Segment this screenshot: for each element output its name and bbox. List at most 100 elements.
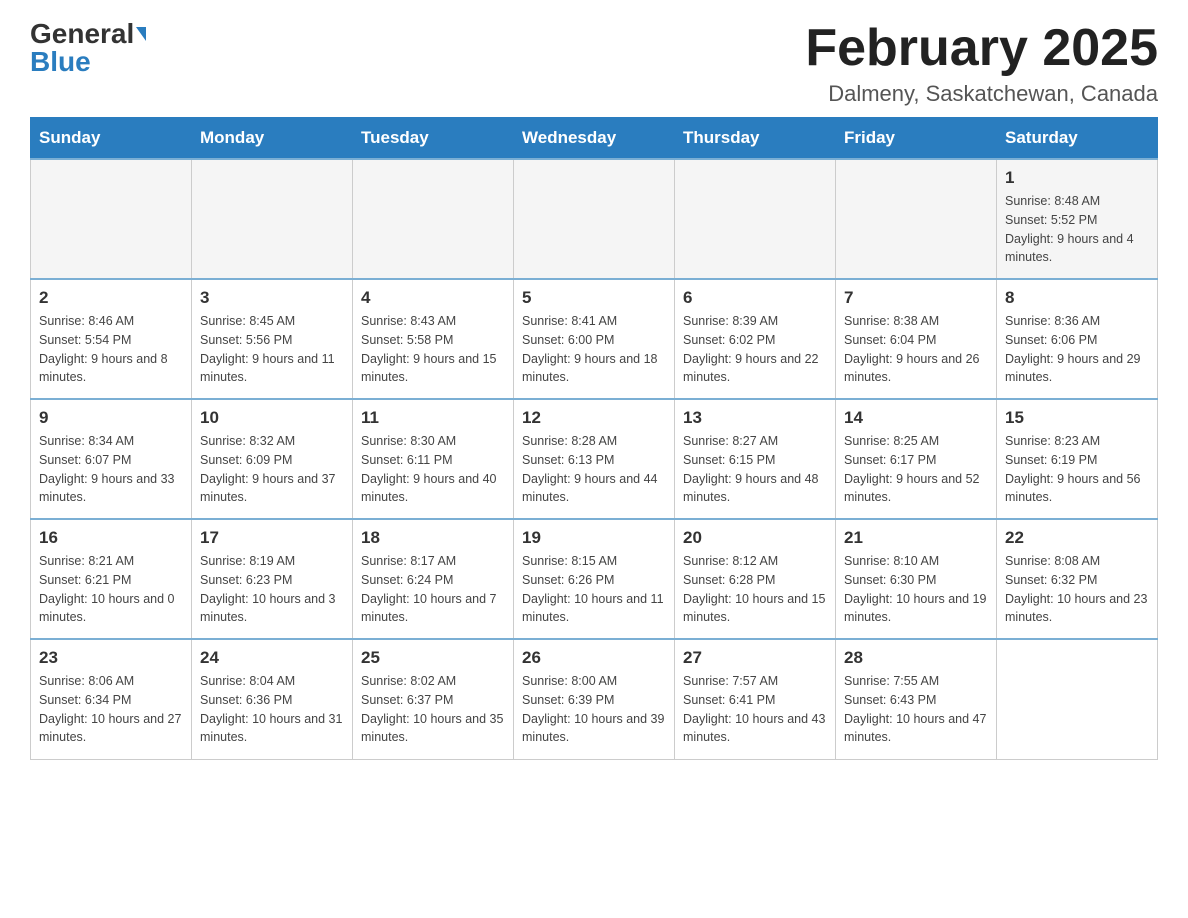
calendar-cell: 8 Sunrise: 8:36 AMSunset: 6:06 PMDaylight… [997,279,1158,399]
calendar-cell: 1Sunrise: 8:48 AMSunset: 5:52 PMDaylight… [997,159,1158,279]
day-info: Sunrise: 8:39 AMSunset: 6:02 PMDaylight:… [683,312,827,387]
calendar-cell: 21 Sunrise: 8:10 AMSunset: 6:30 PMDayligh… [836,519,997,639]
day-number: 16 [39,528,183,548]
day-info: Sunrise: 8:00 AMSunset: 6:39 PMDaylight:… [522,672,666,747]
month-title: February 2025 [805,20,1158,77]
day-number: 27 [683,648,827,668]
day-number: 5 [522,288,666,308]
day-number: 21 [844,528,988,548]
day-number: 24 [200,648,344,668]
day-number: 3 [200,288,344,308]
day-info: Sunrise: 7:57 AMSunset: 6:41 PMDaylight:… [683,672,827,747]
day-number: 2 [39,288,183,308]
calendar-week-5: 23 Sunrise: 8:06 AMSunset: 6:34 PMDayligh… [31,639,1158,759]
day-number: 20 [683,528,827,548]
day-number: 14 [844,408,988,428]
day-info: Sunrise: 8:43 AMSunset: 5:58 PMDaylight:… [361,312,505,387]
day-info: Sunrise: 8:36 AMSunset: 6:06 PMDaylight:… [1005,312,1149,387]
calendar-cell [31,159,192,279]
day-info: Sunrise: 8:48 AMSunset: 5:52 PMDaylight:… [1005,192,1149,267]
calendar-cell: 7Sunrise: 8:38 AMSunset: 6:04 PMDaylight… [836,279,997,399]
weekday-header-wednesday: Wednesday [514,118,675,160]
calendar-cell: 4 Sunrise: 8:43 AMSunset: 5:58 PMDaylight… [353,279,514,399]
day-number: 4 [361,288,505,308]
calendar-cell [997,639,1158,759]
day-info: Sunrise: 8:45 AMSunset: 5:56 PMDaylight:… [200,312,344,387]
calendar-cell: 9 Sunrise: 8:34 AMSunset: 6:07 PMDaylight… [31,399,192,519]
weekday-header-tuesday: Tuesday [353,118,514,160]
calendar-cell [675,159,836,279]
calendar-cell [192,159,353,279]
calendar-cell: 27 Sunrise: 7:57 AMSunset: 6:41 PMDayligh… [675,639,836,759]
calendar-cell: 11 Sunrise: 8:30 AMSunset: 6:11 PMDayligh… [353,399,514,519]
day-number: 25 [361,648,505,668]
calendar-cell: 15 Sunrise: 8:23 AMSunset: 6:19 PMDayligh… [997,399,1158,519]
day-number: 6 [683,288,827,308]
day-number: 26 [522,648,666,668]
day-number: 9 [39,408,183,428]
day-number: 11 [361,408,505,428]
day-info: Sunrise: 8:04 AMSunset: 6:36 PMDaylight:… [200,672,344,747]
title-section: February 2025 Dalmeny, Saskatchewan, Can… [805,20,1158,107]
day-info: Sunrise: 8:02 AMSunset: 6:37 PMDaylight:… [361,672,505,747]
day-info: Sunrise: 8:23 AMSunset: 6:19 PMDaylight:… [1005,432,1149,507]
logo-blue-text: Blue [30,48,91,76]
day-info: Sunrise: 8:17 AMSunset: 6:24 PMDaylight:… [361,552,505,627]
day-info: Sunrise: 8:10 AMSunset: 6:30 PMDaylight:… [844,552,988,627]
day-info: Sunrise: 8:38 AMSunset: 6:04 PMDaylight:… [844,312,988,387]
day-number: 17 [200,528,344,548]
day-number: 8 [1005,288,1149,308]
calendar-cell [514,159,675,279]
calendar-cell: 13 Sunrise: 8:27 AMSunset: 6:15 PMDayligh… [675,399,836,519]
calendar-cell: 6 Sunrise: 8:39 AMSunset: 6:02 PMDaylight… [675,279,836,399]
weekday-header-friday: Friday [836,118,997,160]
calendar-table: SundayMondayTuesdayWednesdayThursdayFrid… [30,117,1158,760]
day-info: Sunrise: 8:21 AMSunset: 6:21 PMDaylight:… [39,552,183,627]
day-number: 10 [200,408,344,428]
calendar-week-3: 9 Sunrise: 8:34 AMSunset: 6:07 PMDaylight… [31,399,1158,519]
day-info: Sunrise: 8:12 AMSunset: 6:28 PMDaylight:… [683,552,827,627]
day-info: Sunrise: 8:08 AMSunset: 6:32 PMDaylight:… [1005,552,1149,627]
calendar-cell: 26 Sunrise: 8:00 AMSunset: 6:39 PMDayligh… [514,639,675,759]
calendar-cell [836,159,997,279]
calendar-cell: 23 Sunrise: 8:06 AMSunset: 6:34 PMDayligh… [31,639,192,759]
day-number: 13 [683,408,827,428]
weekday-header-monday: Monday [192,118,353,160]
page-header: General Blue February 2025 Dalmeny, Sask… [30,20,1158,107]
calendar-cell: 20 Sunrise: 8:12 AMSunset: 6:28 PMDayligh… [675,519,836,639]
calendar-cell: 12Sunrise: 8:28 AMSunset: 6:13 PMDayligh… [514,399,675,519]
day-info: Sunrise: 8:19 AMSunset: 6:23 PMDaylight:… [200,552,344,627]
location-subtitle: Dalmeny, Saskatchewan, Canada [805,81,1158,107]
calendar-cell: 10 Sunrise: 8:32 AMSunset: 6:09 PMDayligh… [192,399,353,519]
calendar-cell: 28 Sunrise: 7:55 AMSunset: 6:43 PMDayligh… [836,639,997,759]
day-info: Sunrise: 8:06 AMSunset: 6:34 PMDaylight:… [39,672,183,747]
calendar-cell: 22 Sunrise: 8:08 AMSunset: 6:32 PMDayligh… [997,519,1158,639]
calendar-cell: 3 Sunrise: 8:45 AMSunset: 5:56 PMDaylight… [192,279,353,399]
day-info: Sunrise: 8:27 AMSunset: 6:15 PMDaylight:… [683,432,827,507]
day-number: 23 [39,648,183,668]
calendar-header-row: SundayMondayTuesdayWednesdayThursdayFrid… [31,118,1158,160]
calendar-week-2: 2 Sunrise: 8:46 AMSunset: 5:54 PMDaylight… [31,279,1158,399]
weekday-header-saturday: Saturday [997,118,1158,160]
day-info: Sunrise: 8:34 AMSunset: 6:07 PMDaylight:… [39,432,183,507]
day-info: Sunrise: 8:30 AMSunset: 6:11 PMDaylight:… [361,432,505,507]
day-info: Sunrise: 8:32 AMSunset: 6:09 PMDaylight:… [200,432,344,507]
day-info: Sunrise: 8:28 AMSunset: 6:13 PMDaylight:… [522,432,666,507]
calendar-cell: 2 Sunrise: 8:46 AMSunset: 5:54 PMDaylight… [31,279,192,399]
calendar-cell: 5 Sunrise: 8:41 AMSunset: 6:00 PMDaylight… [514,279,675,399]
day-number: 15 [1005,408,1149,428]
calendar-cell: 14Sunrise: 8:25 AMSunset: 6:17 PMDayligh… [836,399,997,519]
calendar-cell: 16 Sunrise: 8:21 AMSunset: 6:21 PMDayligh… [31,519,192,639]
calendar-cell: 19Sunrise: 8:15 AMSunset: 6:26 PMDayligh… [514,519,675,639]
day-number: 28 [844,648,988,668]
day-info: Sunrise: 8:46 AMSunset: 5:54 PMDaylight:… [39,312,183,387]
calendar-week-1: 1Sunrise: 8:48 AMSunset: 5:52 PMDaylight… [31,159,1158,279]
calendar-cell: 18Sunrise: 8:17 AMSunset: 6:24 PMDayligh… [353,519,514,639]
day-number: 22 [1005,528,1149,548]
day-info: Sunrise: 7:55 AMSunset: 6:43 PMDaylight:… [844,672,988,747]
weekday-header-sunday: Sunday [31,118,192,160]
day-info: Sunrise: 8:15 AMSunset: 6:26 PMDaylight:… [522,552,666,627]
day-info: Sunrise: 8:41 AMSunset: 6:00 PMDaylight:… [522,312,666,387]
calendar-cell: 24 Sunrise: 8:04 AMSunset: 6:36 PMDayligh… [192,639,353,759]
logo-triangle-icon [136,27,146,41]
